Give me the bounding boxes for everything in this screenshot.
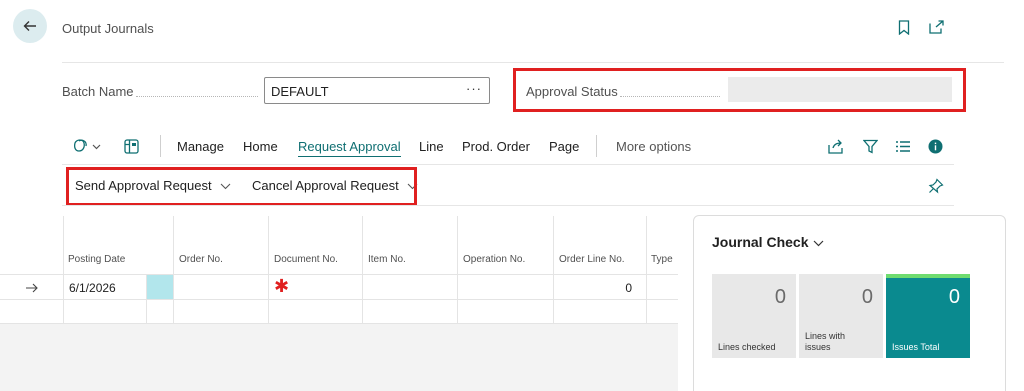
tile-label: Issues Total (892, 342, 940, 352)
cell-document-no[interactable] (269, 300, 363, 323)
col-order-no-header[interactable]: Order No. (174, 216, 269, 274)
table-row[interactable]: 6/1/2026 ✱ 0 (0, 274, 678, 300)
cell-blank[interactable] (147, 300, 174, 323)
open-in-new-window-icon[interactable] (927, 18, 945, 36)
grid-row-indicator-header (0, 216, 64, 274)
copilot-dropdown-icon[interactable] (72, 137, 104, 155)
batch-lookup-button[interactable]: ··· (466, 81, 482, 96)
arrow-left-icon (23, 21, 36, 31)
page-title: Output Journals (62, 21, 154, 36)
col-item-no-label: Item No. (368, 254, 406, 265)
tile-lines-with-issues[interactable]: 0 Lines with issues (799, 274, 883, 358)
col-document-no-header[interactable]: Document No. (269, 216, 363, 274)
menu-home[interactable]: Home (243, 139, 278, 154)
action-toolbar: Manage Home Request Approval Line Prod. … (62, 128, 954, 164)
menu-request-approval[interactable]: Request Approval (298, 139, 401, 157)
cell-operation-no[interactable] (458, 275, 554, 299)
journal-check-title[interactable]: Journal Check (712, 234, 824, 250)
cell-type[interactable] (647, 275, 678, 299)
tile-label: Lines checked (718, 342, 776, 352)
cell-order-line-no[interactable] (554, 300, 647, 323)
row-indicator (0, 300, 64, 323)
cell-type[interactable] (647, 300, 678, 323)
col-order-line-no-header[interactable]: Order Line No. (554, 216, 647, 274)
col-item-no-header[interactable]: Item No. (363, 216, 458, 274)
journal-lines-grid: Posting Date Order No. Document No. Item… (0, 216, 678, 324)
journal-check-title-text: Journal Check (712, 234, 809, 250)
col-order-line-no-label: Order Line No. (559, 254, 625, 265)
cell-posting-date[interactable] (64, 300, 147, 323)
cell-posting-date[interactable]: 6/1/2026 (64, 275, 147, 299)
cell-order-no[interactable] (174, 275, 269, 299)
table-row[interactable] (0, 300, 678, 324)
journal-check-factbox: Journal Check 0 Lines checked 0 Lines wi… (693, 215, 1006, 391)
share-icon[interactable] (827, 137, 845, 155)
menu-manage[interactable]: Manage (177, 139, 224, 154)
col-posting-date-label: Posting Date (68, 254, 126, 265)
col-operation-no-header[interactable]: Operation No. (458, 216, 554, 274)
tile-value: 0 (948, 286, 960, 308)
cell-selected[interactable] (147, 275, 174, 299)
batch-name-field[interactable]: DEFAULT ··· (264, 77, 490, 104)
pin-icon[interactable] (927, 177, 945, 195)
batch-name-leader (136, 96, 258, 97)
menu-prod-order[interactable]: Prod. Order (462, 139, 530, 154)
col-type-label: Type (651, 254, 673, 265)
bookmark-icon[interactable] (895, 18, 913, 36)
highlight-approval-status (513, 68, 966, 112)
filter-icon[interactable] (861, 137, 879, 155)
cell-order-line-no[interactable]: 0 (554, 275, 647, 299)
menu-line[interactable]: Line (419, 139, 444, 154)
chevron-down-icon (813, 240, 824, 247)
tile-value: 0 (774, 286, 786, 308)
tile-label: Lines with issues (805, 331, 846, 352)
info-icon[interactable] (926, 137, 944, 155)
toolbar-separator (160, 135, 161, 157)
order-line-no-value: 0 (625, 281, 632, 295)
required-asterisk-icon: ✱ (274, 276, 290, 296)
cell-document-no[interactable]: ✱ (269, 275, 363, 299)
cell-operation-no[interactable] (458, 300, 554, 323)
layout-icon[interactable] (122, 137, 140, 155)
toolbar-divider (62, 164, 954, 165)
posting-date-value: 6/1/2026 (69, 281, 116, 295)
col-posting-date-header[interactable]: Posting Date (64, 216, 174, 274)
col-operation-no-label: Operation No. (463, 254, 526, 265)
menu-page[interactable]: Page (549, 139, 579, 154)
list-view-icon[interactable] (894, 137, 912, 155)
more-options-button[interactable]: More options (616, 139, 691, 154)
batch-name-value: DEFAULT (271, 84, 329, 99)
cell-item-no[interactable] (363, 300, 458, 323)
col-order-no-label: Order No. (179, 254, 223, 265)
tile-value: 0 (861, 286, 873, 308)
batch-name-label: Batch Name (62, 84, 134, 99)
tile-lines-checked[interactable]: 0 Lines checked (712, 274, 796, 358)
cell-order-no[interactable] (174, 300, 269, 323)
subactions-divider (62, 205, 954, 206)
back-button[interactable] (13, 9, 47, 43)
cell-item-no[interactable] (363, 275, 458, 299)
row-indicator (0, 275, 64, 299)
col-document-no-label: Document No. (274, 254, 338, 265)
toolbar-separator (596, 135, 597, 157)
header-divider (62, 62, 1004, 63)
tile-issues-total[interactable]: 0 Issues Total (886, 274, 970, 358)
col-type-header[interactable]: Type (647, 216, 678, 274)
highlight-approval-actions (66, 167, 417, 206)
arrow-right-icon (26, 283, 38, 293)
